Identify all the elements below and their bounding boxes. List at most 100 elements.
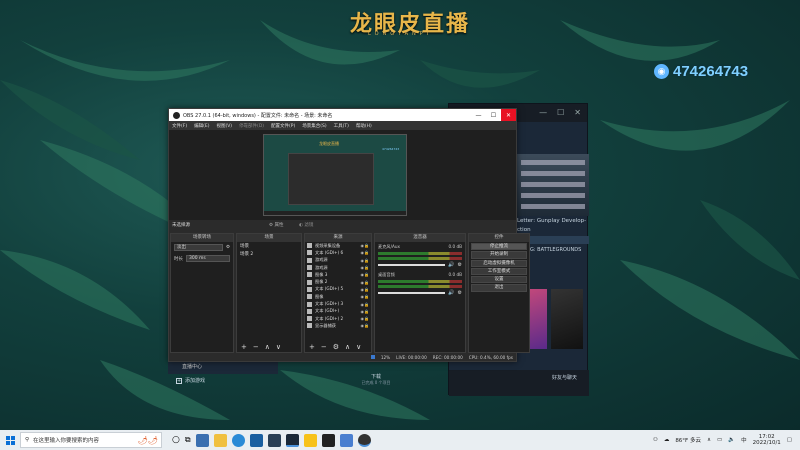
speaker-icon[interactable]: 🔊 — [448, 290, 454, 296]
eye-icon[interactable]: ◉🔒 — [361, 265, 369, 270]
task-view-icon[interactable]: ⧉ — [185, 435, 191, 445]
volume-meter — [378, 252, 462, 255]
source-item[interactable]: 显示器捕获 ◉🔒 — [305, 322, 371, 329]
gear-icon[interactable]: ⚙ — [458, 290, 462, 296]
menu-edit[interactable]: 编辑(E) — [194, 123, 209, 129]
source-item[interactable]: 文本 (GDI+) 3 ◉🔒 — [305, 300, 371, 307]
eye-icon[interactable]: ◉🔒 — [361, 280, 369, 285]
volume-fader[interactable]: 🔊 ⚙ — [378, 290, 462, 296]
eye-icon[interactable]: ◉🔒 — [361, 250, 369, 255]
settings-button[interactable]: 设置 — [471, 276, 527, 284]
network-icon[interactable]: ▭ — [717, 437, 722, 443]
source-item[interactable]: 文本 (GDI+) 6 ◉🔒 — [305, 249, 371, 256]
menu-view[interactable]: 视图(V) — [216, 123, 232, 129]
source-item[interactable]: 图像 3 ◉🔒 — [305, 271, 371, 278]
arrow-down-icon[interactable]: ∨ — [356, 343, 361, 351]
studio-mode-button[interactable]: 工作室模式 — [471, 267, 527, 276]
source-item[interactable]: 游戏源 ◉🔒 — [305, 257, 371, 264]
eye-icon[interactable]: ◉🔒 — [361, 258, 369, 263]
edge-icon[interactable] — [231, 433, 245, 447]
gear-icon[interactable]: ⚙ — [333, 343, 339, 351]
fader-track[interactable] — [378, 264, 446, 266]
properties-button[interactable]: ⚙ 属性 — [269, 222, 283, 228]
start-virtual-camera-button[interactable]: 启动虚拟摄像机 — [471, 259, 527, 267]
menu-help[interactable]: 帮助(H) — [356, 123, 372, 129]
eye-icon[interactable]: ◉🔒 — [361, 323, 369, 328]
gear-icon[interactable]: ⚙ — [458, 262, 462, 268]
close-icon[interactable]: ✕ — [501, 109, 516, 121]
filters-button[interactable]: ◐ 滤镜 — [299, 222, 313, 228]
steam-game-banner[interactable] — [517, 154, 589, 216]
obs-icon[interactable] — [357, 433, 371, 447]
menu-docks[interactable]: 停靠部件(D) — [239, 123, 264, 129]
taskbar-search[interactable]: ⚲ 在这里输入你要搜索的内容 🌶🌶 — [20, 432, 162, 448]
eye-icon[interactable]: ◉🔒 — [361, 316, 369, 321]
weather-icon[interactable]: ☁ — [664, 437, 670, 443]
source-item[interactable]: 视频采集设备 ◉🔒 — [305, 242, 371, 249]
eye-icon[interactable]: ◉🔒 — [361, 243, 369, 248]
source-item[interactable]: 文本 (GDI+) 2 ◉🔒 — [305, 315, 371, 322]
people-icon[interactable]: ⚇ — [653, 437, 658, 443]
scene-item[interactable]: 场景 2 — [237, 250, 301, 258]
steam-icon[interactable] — [285, 433, 299, 447]
eye-icon[interactable]: ◉🔒 — [361, 309, 369, 314]
exit-button[interactable]: 退出 — [471, 284, 527, 292]
transition-type-select[interactable]: 淡出 — [174, 244, 223, 251]
scene-item[interactable]: 场景 — [237, 242, 301, 250]
menu-file[interactable]: 文件(F) — [172, 123, 187, 129]
obs-behind-tab[interactable]: 直播中心 — [168, 362, 278, 374]
eye-icon[interactable]: ◉🔒 — [361, 294, 369, 299]
speaker-icon[interactable]: 🔊 — [448, 262, 454, 268]
store-icon[interactable] — [195, 433, 209, 447]
volume-icon[interactable]: 🔈 — [728, 437, 735, 443]
eye-icon[interactable]: ◉🔒 — [361, 272, 369, 277]
volume-fader[interactable]: 🔊 ⚙ — [378, 262, 462, 268]
arrow-up-icon[interactable]: ∧ — [265, 343, 270, 351]
remove-icon[interactable]: − — [321, 343, 327, 351]
cortana-icon[interactable]: ○ — [172, 435, 180, 445]
fader-track[interactable] — [378, 292, 446, 294]
eye-icon[interactable]: ◉🔒 — [361, 302, 369, 307]
steam-downloads[interactable]: 下载 已完成 0 个项目 — [346, 373, 406, 386]
add-icon[interactable]: + — [241, 343, 247, 351]
chevron-up-icon[interactable]: ∧ — [707, 437, 711, 443]
menu-tools[interactable]: 工具(T) — [334, 123, 349, 129]
source-item[interactable]: 游戏源 ◉🔒 — [305, 264, 371, 271]
source-item[interactable]: 图像 2 ◉🔒 — [305, 278, 371, 285]
app-icon[interactable] — [321, 433, 335, 447]
notification-icon[interactable]: ▢ — [787, 437, 792, 443]
app-icon[interactable] — [303, 433, 317, 447]
mail-icon[interactable] — [249, 433, 263, 447]
source-item[interactable]: 文本 (GDI+) ◉🔒 — [305, 308, 371, 315]
minimize-icon[interactable]: — — [539, 108, 547, 118]
gear-icon[interactable]: ⚙ — [226, 245, 230, 250]
add-icon[interactable]: + — [309, 343, 315, 351]
steam-friends-chat[interactable]: 好友与聊天 — [552, 375, 577, 381]
arrow-down-icon[interactable]: ∨ — [276, 343, 281, 351]
app-icon[interactable] — [267, 433, 281, 447]
file-explorer-icon[interactable] — [213, 433, 227, 447]
menu-profile[interactable]: 配置文件(P) — [271, 123, 295, 129]
source-item[interactable]: 文本 (GDI+) 5 ◉🔒 — [305, 286, 371, 293]
obs-window[interactable]: OBS 27.0.1 (64-bit, windows) - 配置文件: 未命名… — [168, 108, 530, 362]
clock[interactable]: 17:02 2022/10/1 — [753, 434, 781, 446]
ime-indicator[interactable]: 中 — [741, 436, 747, 444]
stop-streaming-button[interactable]: 停止推流 — [471, 243, 527, 251]
close-icon[interactable]: ✕ — [574, 108, 581, 118]
app-icon[interactable] — [339, 433, 353, 447]
duration-input[interactable]: 300 ms — [186, 255, 230, 262]
eye-icon[interactable]: ◉🔒 — [361, 287, 369, 292]
remove-icon[interactable]: − — [253, 343, 259, 351]
weather-text[interactable]: 86°F 多云 — [675, 436, 701, 444]
minimize-icon[interactable]: — — [471, 109, 486, 121]
obs-preview-canvas[interactable]: 龙眼皮直播 474264743 — [263, 134, 407, 216]
arrow-up-icon[interactable]: ∧ — [345, 343, 350, 351]
steam-add-game[interactable]: + 添加游戏 — [176, 377, 205, 384]
maximize-icon[interactable]: ☐ — [486, 109, 501, 121]
source-item[interactable]: 图像 ◉🔒 — [305, 293, 371, 300]
game-tile[interactable] — [551, 289, 583, 349]
start-recording-button[interactable]: 开始录制 — [471, 251, 527, 259]
maximize-icon[interactable]: ☐ — [557, 108, 564, 118]
start-button[interactable] — [0, 435, 20, 445]
menu-scene-collection[interactable]: 场景集合(S) — [302, 123, 326, 129]
